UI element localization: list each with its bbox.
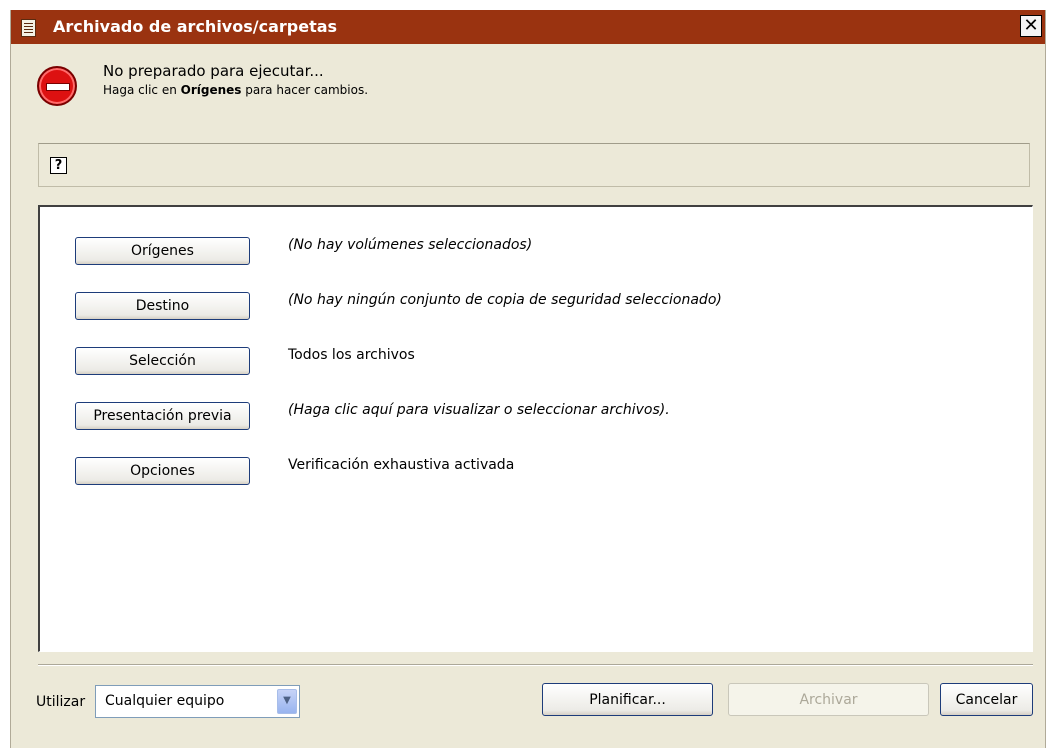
machine-dropdown[interactable]: Cualquier equipo ▼ bbox=[95, 685, 300, 718]
status-hint-bold: Orígenes bbox=[180, 83, 242, 97]
close-button[interactable]: ✕ bbox=[1020, 15, 1042, 37]
dialog-window: Archivado de archivos/carpetas ✕ No prep… bbox=[10, 10, 1046, 748]
destination-description: (No hay ningún conjunto de copia de segu… bbox=[288, 292, 722, 308]
preview-description: (Haga clic aquí para visualizar o selecc… bbox=[288, 402, 670, 418]
chevron-down-icon[interactable]: ▼ bbox=[277, 689, 297, 714]
status-message: No preparado para ejecutar... bbox=[103, 62, 324, 80]
title-bar[interactable]: Archivado de archivos/carpetas ✕ bbox=[11, 10, 1045, 44]
sources-description: (No hay volúmenes seleccionados) bbox=[288, 237, 533, 253]
cancel-button[interactable]: Cancelar bbox=[940, 683, 1033, 716]
options-description: Verificación exhaustiva activada bbox=[288, 457, 515, 473]
selection-button[interactable]: Selección bbox=[75, 347, 250, 375]
status-hint-prefix: Haga clic en bbox=[103, 83, 181, 97]
status-hint: Haga clic en Orígenes para hacer cambios… bbox=[103, 83, 368, 97]
stop-icon bbox=[37, 66, 77, 106]
machine-value: Cualquier equipo bbox=[105, 693, 225, 709]
options-button[interactable]: Opciones bbox=[75, 457, 250, 485]
help-panel: ? bbox=[38, 143, 1030, 187]
preview-button[interactable]: Presentación previa bbox=[75, 402, 250, 430]
schedule-button[interactable]: Planificar... bbox=[542, 683, 713, 716]
archive-button[interactable]: Archivar bbox=[728, 683, 929, 716]
sources-button[interactable]: Orígenes bbox=[75, 237, 250, 265]
use-label: Utilizar bbox=[36, 694, 86, 710]
destination-button[interactable]: Destino bbox=[75, 292, 250, 320]
footer-divider bbox=[38, 664, 1033, 666]
close-icon: ✕ bbox=[1023, 15, 1039, 36]
status-hint-suffix: para hacer cambios. bbox=[241, 83, 369, 97]
document-icon bbox=[21, 19, 36, 37]
window-title: Archivado de archivos/carpetas bbox=[53, 17, 338, 36]
settings-panel: Orígenes (No hay volúmenes seleccionados… bbox=[38, 205, 1033, 652]
selection-description: Todos los archivos bbox=[288, 347, 415, 363]
help-icon[interactable]: ? bbox=[50, 157, 67, 174]
